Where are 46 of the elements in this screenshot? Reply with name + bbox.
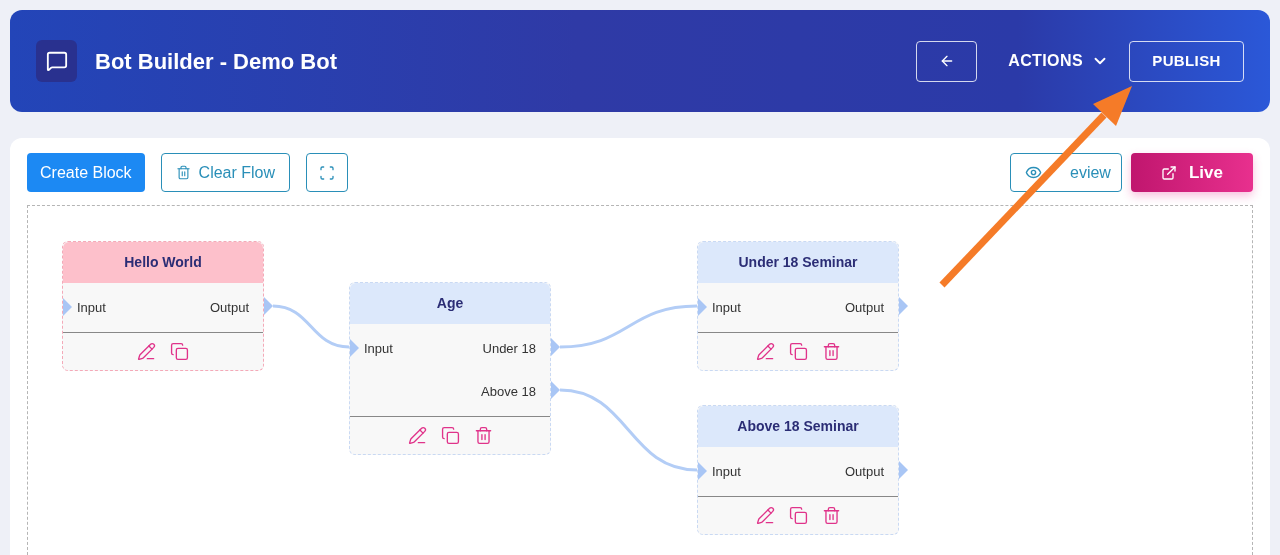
copy-icon[interactable] — [170, 342, 189, 361]
input-port-icon[interactable] — [350, 339, 359, 357]
back-button[interactable] — [916, 40, 978, 82]
block-title: Under 18 Seminar — [738, 253, 858, 272]
pencil-icon[interactable] — [755, 506, 775, 525]
input-label: Input — [712, 298, 741, 317]
pencil-icon[interactable] — [755, 342, 775, 361]
output-label: Output — [844, 462, 884, 481]
fullscreen-button[interactable] — [306, 153, 349, 192]
eye-icon — [1025, 164, 1042, 181]
trash-icon — [175, 165, 191, 180]
block-title: Above 18 Seminar — [737, 417, 859, 436]
pencil-icon[interactable] — [137, 342, 156, 361]
flow-block[interactable]: Above 18 Seminar Input Output — [697, 405, 899, 535]
page-title: Bot Builder - Demo Bot — [95, 47, 337, 76]
block-title: Hello World — [124, 253, 202, 272]
flow-block[interactable]: Age Input Under 18 Above 18 — [349, 282, 551, 455]
trash-icon[interactable] — [821, 506, 841, 525]
input-label: Input — [77, 298, 106, 317]
input-label: Input — [364, 339, 393, 358]
external-link-icon — [1161, 164, 1177, 181]
actions-dropdown[interactable]: ACTIONS — [1008, 49, 1109, 73]
fullscreen-icon — [319, 164, 336, 181]
output-label: Output — [844, 298, 884, 317]
flow-block[interactable]: Under 18 Seminar Input Output — [697, 241, 899, 371]
chat-icon — [36, 40, 77, 82]
output-label: Under 18 — [482, 339, 536, 358]
pencil-icon[interactable] — [407, 426, 427, 445]
trash-icon[interactable] — [821, 342, 841, 361]
copy-icon[interactable] — [440, 426, 460, 445]
clear-flow-button[interactable]: Clear Flow — [160, 153, 291, 192]
output-label: Above 18 — [481, 382, 536, 401]
copy-icon[interactable] — [788, 342, 808, 361]
block-title: Age — [436, 294, 464, 313]
preview-button[interactable]: eview — [1010, 153, 1122, 192]
publish-button[interactable]: PUBLISH — [1129, 40, 1244, 82]
flow-block[interactable]: Hello World Input Output — [62, 241, 264, 371]
create-block-button[interactable]: Create Block — [27, 153, 145, 192]
live-button[interactable]: Live — [1131, 153, 1253, 192]
trash-icon[interactable] — [473, 426, 493, 445]
copy-icon[interactable] — [788, 506, 808, 525]
output-label: Output — [209, 298, 249, 317]
input-port-icon[interactable] — [698, 298, 707, 316]
input-port-icon[interactable] — [698, 462, 707, 480]
input-port-icon[interactable] — [63, 298, 72, 316]
input-label: Input — [712, 462, 741, 481]
